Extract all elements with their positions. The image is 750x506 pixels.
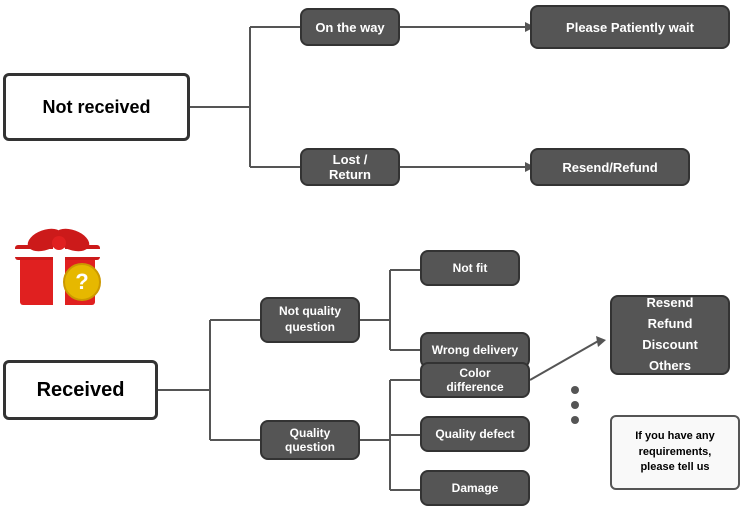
quality-question-box: Quality question xyxy=(260,420,360,460)
received-box: Received xyxy=(3,360,158,420)
resend-refund-right-box: ResendRefundDiscountOthers xyxy=(610,295,730,375)
color-diff-box: Color difference xyxy=(420,362,530,398)
requirements-box: If you have anyrequirements,please tell … xyxy=(610,415,740,490)
svg-text:?: ? xyxy=(75,269,88,294)
lost-return-box: Lost / Return xyxy=(300,148,400,186)
diagram: Not received On the way Please Patiently… xyxy=(0,0,750,500)
please-wait-box: Please Patiently wait xyxy=(530,5,730,49)
gift-icon: ? xyxy=(10,210,110,310)
quality-defect-box: Quality defect xyxy=(420,416,530,452)
resend-refund-top-box: Resend/Refund xyxy=(530,148,690,186)
on-the-way-box: On the way xyxy=(300,8,400,46)
damage-box: Damage xyxy=(420,470,530,506)
not-received-box: Not received xyxy=(3,73,190,141)
not-fit-box: Not fit xyxy=(420,250,520,286)
not-quality-box: Not qualityquestion xyxy=(260,297,360,343)
